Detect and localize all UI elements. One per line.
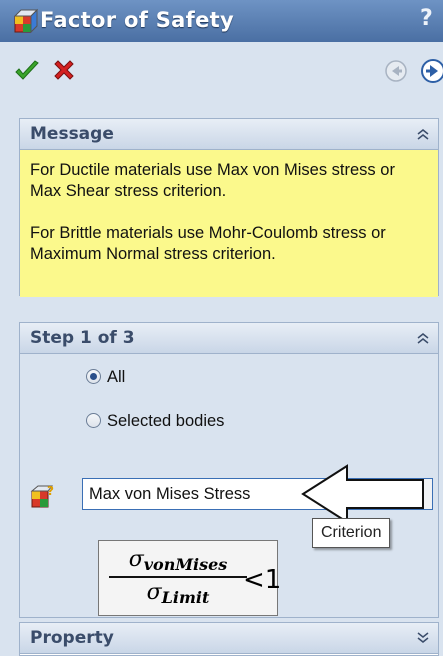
radio-all-label: All <box>107 368 126 386</box>
message-body: For Ductile materials use Max von Mises … <box>20 150 438 297</box>
criterion-icon: ? <box>30 484 54 508</box>
radio-all[interactable]: All <box>86 368 125 387</box>
radio-all-button[interactable] <box>86 369 101 384</box>
radio-selected-bodies[interactable]: Selected bodies <box>86 412 224 431</box>
svg-text:?: ? <box>47 484 54 498</box>
message-panel: Message For Ductile materials use Max vo… <box>19 118 439 297</box>
collapse-chevron-icon[interactable] <box>416 331 430 345</box>
step-panel: Step 1 of 3 All Selected bodies ? Max vo… <box>19 322 439 618</box>
collapse-chevron-icon[interactable] <box>416 127 430 141</box>
title-bar: Factor of Safety ? <box>0 0 443 42</box>
message-title: Message <box>30 124 114 144</box>
step-body: All Selected bodies ? Max von Mises Stre… <box>20 354 438 619</box>
formula-fraction: σvonMises σLimit <box>109 547 247 607</box>
message-header[interactable]: Message <box>20 119 438 150</box>
denominator-symbol: σ <box>146 580 162 605</box>
formula-denominator: σLimit <box>109 578 247 607</box>
ok-check-icon[interactable] <box>14 58 40 84</box>
expand-chevron-icon[interactable] <box>416 631 430 645</box>
criterion-formula: σvonMises σLimit <1 <box>98 540 282 616</box>
window-title: Factor of Safety <box>40 8 234 32</box>
property-header[interactable]: Property <box>20 623 438 654</box>
numerator-subscript: vonMises <box>143 555 228 574</box>
property-manager: Factor of Safety ? Message For Ductile m… <box>0 0 443 656</box>
message-ductile-text: For Ductile materials use Max von Mises … <box>30 161 395 200</box>
criterion-tooltip: Criterion <box>312 518 391 548</box>
formula-numerator: σvonMises <box>109 547 247 578</box>
factor-of-safety-icon <box>13 8 38 34</box>
message-brittle-text: For Brittle materials use Mohr-Coulomb s… <box>30 224 386 263</box>
forward-arrow-icon[interactable] <box>421 59 443 83</box>
property-title: Property <box>30 628 114 648</box>
denominator-subscript: Limit <box>161 588 210 607</box>
step-header[interactable]: Step 1 of 3 <box>20 323 438 354</box>
back-arrow-icon[interactable] <box>385 60 407 82</box>
criterion-select-value: Max von Mises Stress <box>89 485 251 503</box>
annotation-arrow-icon <box>301 464 424 524</box>
numerator-symbol: σ <box>128 547 144 572</box>
formula-rhs: <1 <box>243 565 282 595</box>
help-button[interactable]: ? <box>420 6 433 31</box>
toolbar <box>0 42 443 100</box>
radio-selected-bodies-label: Selected bodies <box>107 412 225 430</box>
radio-selected-bodies-button[interactable] <box>86 413 101 428</box>
cancel-x-icon[interactable] <box>52 58 76 82</box>
step-title: Step 1 of 3 <box>30 328 135 348</box>
property-panel: Property <box>19 622 439 656</box>
